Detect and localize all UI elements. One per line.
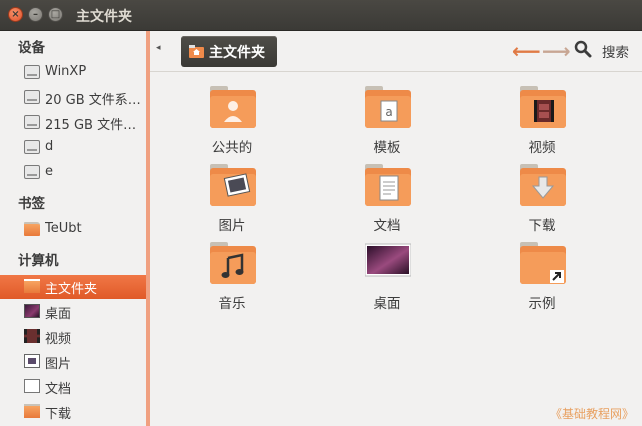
file-item-label: 图片 [218,218,246,234]
picture-icon [24,354,40,368]
sidebar-item-e[interactable]: e [0,161,146,185]
sidebar-item-d[interactable]: d [0,136,146,160]
file-item-label: 桌面 [373,296,401,312]
sidebar-item-winxp[interactable]: WinXP [0,61,146,85]
back-arrow-icon[interactable]: ⟵ [512,39,541,63]
minimize-window-button[interactable]: – [28,7,43,22]
sidebar-item-20gb[interactable]: 20 GB 文件系… [0,86,146,110]
sidebar-item-label: 215 GB 文件… [45,118,137,133]
public-folder-icon [210,86,256,128]
svg-text:a: a [385,105,392,119]
file-item-pictures[interactable]: 图片 [177,164,287,240]
drive-icon [24,115,40,129]
file-item-label: 视频 [528,140,556,156]
sidebar-item-label: 视频 [45,332,72,347]
pictures-folder-icon [210,164,256,206]
file-item-label: 下载 [528,218,556,234]
drive-icon [24,165,40,179]
sidebar-item-downloads[interactable]: 下载 [0,400,146,424]
downloads-folder-icon [520,164,566,206]
file-item-music[interactable]: 音乐 [177,242,287,318]
toolbar: ◂ 主文件夹 ⟵ ⟶ 搜索 [150,31,642,72]
bookmarks-heading: 书签 [18,196,45,212]
computer-heading: 计算机 [18,253,59,269]
documents-folder-icon [365,164,411,206]
sidebar-item-label: 下载 [45,407,72,422]
sidebar-item-pictures[interactable]: 图片 [0,350,146,374]
file-item-label: 示例 [528,296,556,312]
file-item-documents[interactable]: 文档 [332,164,442,240]
file-item-label: 文档 [373,218,401,234]
sidebar-item-teubt[interactable]: TeUbt [0,218,146,242]
file-item-downloads[interactable]: 下载 [487,164,597,240]
download-folder-icon [24,404,40,418]
videos-folder-icon [520,86,566,128]
sidebar-item-label: 图片 [45,357,72,372]
folder-icon [24,222,40,236]
sidebar-item-215gb[interactable]: 215 GB 文件… [0,111,146,135]
sidebar: 设备 WinXP 20 GB 文件系… 215 GB 文件… d e 书签 Te… [0,31,146,426]
sidebar-item-label: d [45,139,54,154]
search-icon[interactable] [574,40,592,58]
sidebar-item-desktop[interactable]: 桌面 [0,300,146,324]
search-button-label[interactable]: 搜索 [602,41,629,61]
file-item-public[interactable]: 公共的 [177,86,287,162]
file-item-videos[interactable]: 视频 [487,86,597,162]
video-icon [24,329,40,343]
file-item-label: 音乐 [218,296,246,312]
sidebar-item-label: 20 GB 文件系… [45,93,141,108]
sidebar-item-label: 主文件夹 [45,282,98,297]
drive-icon [24,65,40,79]
file-item-label: 公共的 [211,140,253,156]
maximize-window-button[interactable]: □ [48,7,63,22]
close-window-button[interactable]: × [8,7,23,22]
sidebar-item-documents[interactable]: 文档 [0,375,146,399]
watermark: 《基础教程网》 [549,407,634,421]
breadcrumb-left-arrow-icon[interactable]: ◂ [156,43,161,53]
devices-heading: 设备 [18,40,45,56]
drive-icon [24,140,40,154]
desktop-icon [24,304,40,318]
home-folder-icon [24,279,40,293]
title-bar: × – □ 主文件夹 [0,0,642,31]
window-title: 主文件夹 [76,9,132,25]
home-folder-icon [189,45,204,58]
desktop-icon [365,243,411,277]
file-item-examples[interactable]: 示例 [487,242,597,318]
sidebar-item-label: TeUbt [45,221,82,236]
sidebar-item-label: 文档 [45,382,72,397]
file-item-desktop[interactable]: 桌面 [332,242,442,318]
file-item-label: 模板 [373,140,401,156]
file-item-templates[interactable]: a 模板 [332,86,442,162]
drive-icon [24,90,40,104]
file-view: 公共的 a 模板 视频 图片 文档 下载 音乐 桌面 示例 《基础教程网》 [150,72,642,426]
sidebar-item-videos[interactable]: 视频 [0,325,146,349]
forward-arrow-icon[interactable]: ⟶ [542,39,571,63]
templates-folder-icon: a [365,86,411,128]
sidebar-item-label: 桌面 [45,307,72,322]
breadcrumb-label: 主文件夹 [209,45,265,61]
sidebar-item-label: WinXP [45,64,87,79]
breadcrumb-home[interactable]: 主文件夹 [181,36,277,67]
music-folder-icon [210,242,256,284]
document-icon [24,379,40,393]
sidebar-item-home[interactable]: 主文件夹 [0,275,146,299]
examples-folder-icon [520,242,566,284]
sidebar-item-label: e [45,164,53,179]
